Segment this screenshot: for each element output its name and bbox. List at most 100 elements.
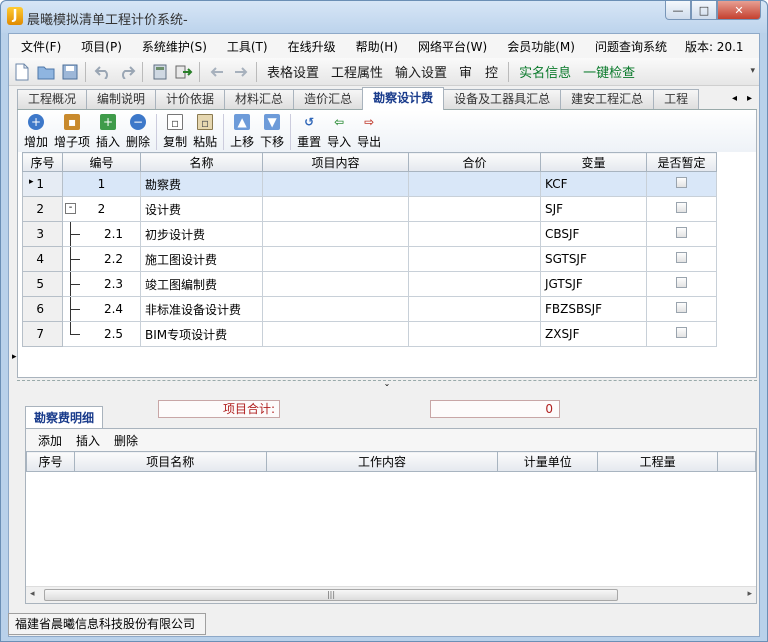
menu-network-platform[interactable]: 网络平台(W) xyxy=(398,38,487,55)
row-content[interactable] xyxy=(262,221,409,247)
row-name[interactable]: 初步设计费 xyxy=(140,221,263,247)
col-header-variable[interactable]: 变量 xyxy=(540,152,647,172)
scrollbar-thumb[interactable]: ||| xyxy=(44,589,618,601)
right-arrow-icon[interactable] xyxy=(230,61,252,83)
row-total[interactable] xyxy=(408,296,541,322)
col-header-total[interactable]: 合价 xyxy=(408,152,541,172)
tab-material-summary[interactable]: 材料汇总 xyxy=(224,89,295,109)
menu-online-upgrade[interactable]: 在线升级 xyxy=(268,38,336,55)
col-header-content[interactable]: 项目内容 xyxy=(262,152,409,172)
move-down-button[interactable]: ▼ 下移 xyxy=(260,110,284,150)
tab-scroll-right-icon[interactable]: ▸ xyxy=(747,93,752,104)
redo-icon[interactable] xyxy=(116,61,138,83)
scroll-right-icon[interactable]: ▸ xyxy=(747,589,752,599)
row-provisional[interactable] xyxy=(646,196,717,222)
export-button[interactable]: ⇨ 导出 xyxy=(357,110,381,150)
add-child-button[interactable]: ▪ 增子项 xyxy=(54,110,90,150)
undo-icon[interactable] xyxy=(92,61,114,83)
row-seq[interactable]: 7 xyxy=(22,321,63,347)
col-header-provisional[interactable]: 是否暂定 xyxy=(646,152,717,172)
provisional-checkbox[interactable] xyxy=(676,252,687,263)
delete-button[interactable]: − 删除 xyxy=(126,110,150,150)
table-row[interactable]: ▸ 1 1 勘察费 KCF xyxy=(22,171,717,197)
table-row[interactable]: 7 2.5 BIM专项设计费 ZXSJF xyxy=(22,321,717,347)
table-row[interactable]: 3 2.1 初步设计费 CBSJF xyxy=(22,221,717,247)
row-code[interactable]: 2.2 xyxy=(62,246,141,272)
row-variable[interactable]: ZXSJF xyxy=(540,321,647,347)
tab-survey-fee-detail[interactable]: 勘察费明细 xyxy=(25,406,104,428)
tab-construction-summary[interactable]: 建安工程汇总 xyxy=(560,89,655,109)
detail-col-seq[interactable]: 序号 xyxy=(26,451,75,472)
row-content[interactable] xyxy=(262,271,409,297)
title-bar[interactable]: J 晨曦模拟清单工程计价系统- — □ ✕ xyxy=(1,1,767,33)
left-arrow-icon[interactable] xyxy=(206,61,228,83)
row-name[interactable]: 施工图设计费 xyxy=(140,246,263,272)
tab-equipment-summary[interactable]: 设备及工器具汇总 xyxy=(443,89,562,109)
insert-button[interactable]: + 插入 xyxy=(96,110,120,150)
one-click-check-button[interactable]: 一键检查 xyxy=(577,62,641,81)
collapse-toggle-icon[interactable]: - xyxy=(65,203,76,214)
row-code[interactable]: -2 xyxy=(62,196,141,222)
row-provisional[interactable] xyxy=(646,296,717,322)
minimize-button[interactable]: — xyxy=(665,1,691,20)
provisional-checkbox[interactable] xyxy=(676,177,687,188)
copy-button[interactable]: ▫ 复制 xyxy=(163,110,187,150)
row-total[interactable] xyxy=(408,196,541,222)
menu-tools[interactable]: 工具(T) xyxy=(207,38,268,55)
provisional-checkbox[interactable] xyxy=(676,227,687,238)
detail-delete-button[interactable]: 删除 xyxy=(114,432,138,449)
row-total[interactable] xyxy=(408,271,541,297)
maximize-button[interactable]: □ xyxy=(691,1,717,20)
exit-icon[interactable] xyxy=(173,61,195,83)
row-variable[interactable]: FBZSBSJF xyxy=(540,296,647,322)
tab-survey-design-fee[interactable]: 勘察设计费 xyxy=(362,87,445,110)
detail-col-work-content[interactable]: 工作内容 xyxy=(265,451,499,472)
new-file-icon[interactable] xyxy=(11,61,33,83)
col-header-seq[interactable]: 序号 xyxy=(22,152,63,172)
save-icon[interactable] xyxy=(59,61,81,83)
input-settings-button[interactable]: 输入设置 xyxy=(389,62,453,81)
row-seq[interactable]: ▸ 1 xyxy=(22,171,63,197)
close-button[interactable]: ✕ xyxy=(717,1,761,20)
table-row[interactable]: 2-2 设计费 SJF xyxy=(22,196,717,222)
menu-project[interactable]: 项目(P) xyxy=(61,38,122,55)
real-name-info-button[interactable]: 实名信息 xyxy=(513,62,577,81)
row-provisional[interactable] xyxy=(646,271,717,297)
scroll-left-icon[interactable]: ◂ xyxy=(30,589,35,599)
table-row[interactable]: 6 2.4 非标准设备设计费 FBZSBSJF xyxy=(22,296,717,322)
row-code[interactable]: 2.4 xyxy=(62,296,141,322)
row-total[interactable] xyxy=(408,171,541,197)
row-variable[interactable]: SGTSJF xyxy=(540,246,647,272)
row-provisional[interactable] xyxy=(646,246,717,272)
paste-button[interactable]: ▫ 粘贴 xyxy=(193,110,217,150)
provisional-checkbox[interactable] xyxy=(676,302,687,313)
side-panel-toggle-icon[interactable]: ▸ xyxy=(12,352,18,366)
row-total[interactable] xyxy=(408,221,541,247)
row-provisional[interactable] xyxy=(646,221,717,247)
row-code[interactable]: 2.3 xyxy=(62,271,141,297)
row-variable[interactable]: CBSJF xyxy=(540,221,647,247)
provisional-checkbox[interactable] xyxy=(676,277,687,288)
tab-pricing-basis[interactable]: 计价依据 xyxy=(155,89,226,109)
row-provisional[interactable] xyxy=(646,321,717,347)
menu-member[interactable]: 会员功能(M) xyxy=(487,38,575,55)
table-settings-button[interactable]: 表格设置 xyxy=(261,62,325,81)
tab-cost-summary[interactable]: 造价汇总 xyxy=(293,89,364,109)
row-code[interactable]: 2.5 xyxy=(62,321,141,347)
row-name[interactable]: BIM专项设计费 xyxy=(140,321,263,347)
row-variable[interactable]: JGTSJF xyxy=(540,271,647,297)
detail-col-unit[interactable]: 计量单位 xyxy=(497,451,599,472)
provisional-checkbox[interactable] xyxy=(676,202,687,213)
row-seq[interactable]: 2 xyxy=(22,196,63,222)
row-provisional[interactable] xyxy=(646,171,717,197)
row-content[interactable] xyxy=(262,196,409,222)
tab-compilation-notes[interactable]: 编制说明 xyxy=(86,89,157,109)
toolbar-overflow-icon[interactable]: ▾ xyxy=(750,66,755,76)
tab-scroll-left-icon[interactable]: ◂ xyxy=(732,93,737,104)
col-header-name[interactable]: 名称 xyxy=(140,152,263,172)
table-row[interactable]: 4 2.2 施工图设计费 SGTSJF xyxy=(22,246,717,272)
row-total[interactable] xyxy=(408,246,541,272)
row-code[interactable]: 2.1 xyxy=(62,221,141,247)
row-seq[interactable]: 4 xyxy=(22,246,63,272)
calculator-icon[interactable] xyxy=(149,61,171,83)
